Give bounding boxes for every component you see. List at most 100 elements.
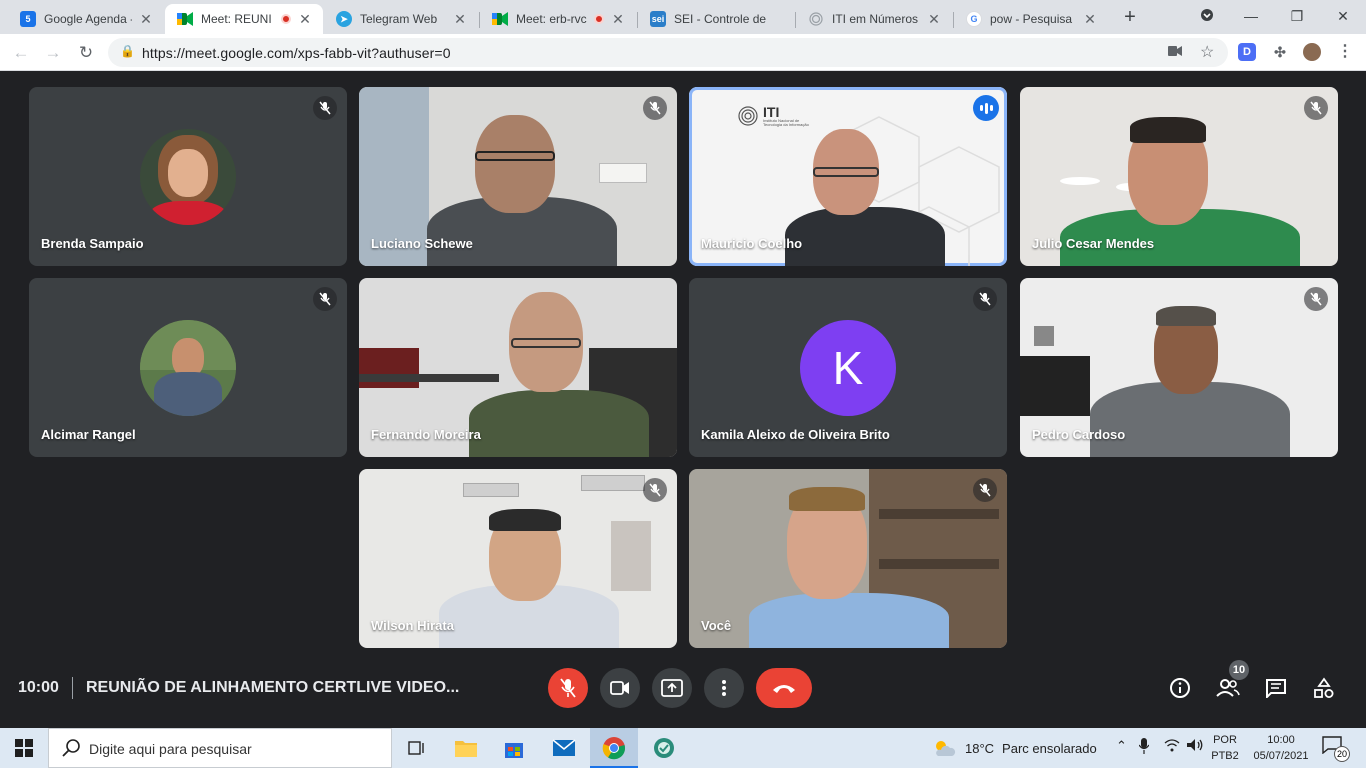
close-tab-icon[interactable]: ✕ — [452, 11, 468, 28]
present-screen-button[interactable] — [652, 668, 692, 708]
back-button[interactable]: ← — [8, 40, 34, 66]
participant-name: Fernando Moreira — [371, 427, 481, 442]
action-center-button[interactable]: 20 — [1322, 736, 1350, 762]
recording-indicator-icon — [281, 14, 291, 24]
browser-menu-icon[interactable]: ⋮ — [1336, 43, 1354, 61]
forward-button[interactable]: → — [40, 40, 66, 66]
participant-video — [689, 469, 1007, 648]
lock-icon[interactable]: 🔒 — [120, 44, 135, 58]
participant-tile-alcimar-rangel[interactable]: Alcimar Rangel — [29, 278, 347, 457]
microsoft-store-button[interactable] — [490, 728, 538, 768]
chat-button[interactable] — [1263, 675, 1289, 701]
close-tab-icon[interactable]: ✕ — [1082, 11, 1098, 28]
participant-tile-mauricio-coelho[interactable]: ITI Instituto Nacional de Tecnologia da … — [689, 87, 1007, 266]
iti-icon — [808, 11, 824, 27]
leave-call-button[interactable] — [756, 668, 812, 708]
close-tab-icon[interactable]: ✕ — [297, 11, 313, 28]
participant-tile-brenda-sampaio[interactable]: Brenda Sampaio — [29, 87, 347, 266]
store-icon — [505, 743, 523, 758]
meeting-details-button[interactable] — [1167, 675, 1193, 701]
reload-button[interactable]: ↻ — [73, 40, 99, 66]
muted-mic-icon — [313, 287, 337, 311]
minimize-button[interactable]: — — [1228, 0, 1274, 34]
show-hidden-icons-button[interactable]: ⌃ — [1116, 738, 1127, 754]
mail-button[interactable] — [540, 728, 588, 768]
system-clock[interactable]: 10:00 05/07/2021 — [1250, 732, 1312, 764]
input-language-indicator[interactable]: POR PTB2 — [1208, 732, 1242, 764]
wifi-icon[interactable] — [1164, 738, 1180, 755]
meeting-controls-bar: 10:00 REUNIÃO DE ALINHAMENTO CERTLIVE VI… — [0, 657, 1366, 728]
participant-tile-kamila-aleixo[interactable]: K Kamila Aleixo de Oliveira Brito — [689, 278, 1007, 457]
new-tab-button[interactable]: + — [1118, 6, 1142, 30]
tab-title: SEI - Controle de — [674, 12, 767, 26]
tab-google-search[interactable]: G pow - Pesquisa G ✕ — [954, 4, 1108, 34]
microphone-toggle-button[interactable] — [548, 668, 588, 708]
tab-google-agenda[interactable]: 5 Google Agenda - ✕ — [8, 4, 164, 34]
camera-toggle-button[interactable] — [600, 668, 640, 708]
weather-description: Parc ensolarado — [1002, 740, 1097, 756]
tab-meet-erb[interactable]: Meet: erb-rvc ✕ — [480, 4, 636, 34]
close-window-button[interactable]: ✕ — [1320, 0, 1366, 34]
tab-meet-reuniao[interactable]: Meet: REUNI ✕ — [165, 4, 323, 34]
camera-in-use-icon[interactable] — [1168, 43, 1182, 59]
participant-tile-julio-cesar-mendes[interactable]: Julio Cesar Mendes — [1020, 87, 1338, 266]
task-view-button[interactable] — [392, 728, 440, 768]
tab-search-button[interactable] — [1196, 8, 1218, 26]
tab-title: pow - Pesquisa G — [990, 12, 1076, 26]
speaking-indicator-icon — [973, 95, 999, 121]
iti-logo-text: ITI — [763, 104, 780, 120]
partly-sunny-icon — [936, 741, 956, 756]
tab-sei[interactable]: sei SEI - Controle de — [638, 4, 794, 34]
keyboard-layout: PTB2 — [1211, 750, 1239, 762]
iti-logo: ITI Instituto Nacional de Tecnologia da … — [737, 105, 811, 127]
muted-mic-icon — [973, 478, 997, 502]
participant-avatar-photo — [140, 320, 236, 416]
participant-tile-luciano-schewe[interactable]: Luciano Schewe — [359, 87, 677, 266]
meet-participant-grid: Brenda Sampaio Luciano Schewe ITI Instit… — [0, 71, 1366, 728]
task-view-icon — [408, 741, 424, 755]
weather-widget[interactable]: 18°C Parc ensolarado — [932, 728, 1097, 768]
participant-name: Você — [701, 618, 732, 633]
extension-d-icon[interactable]: D — [1238, 43, 1256, 61]
url-text[interactable]: https://meet.google.com/xps-fabb-vit?aut… — [142, 45, 451, 61]
notification-count: 20 — [1334, 746, 1350, 762]
muted-mic-icon — [1304, 287, 1328, 311]
meeting-title[interactable]: REUNIÃO DE ALINHAMENTO CERTLIVE VIDEO... — [86, 679, 459, 697]
participant-tile-pedro-cardoso[interactable]: Pedro Cardoso — [1020, 278, 1338, 457]
browser-tab-strip: 5 Google Agenda - ✕ Meet: REUNI ✕ ➤ Tele… — [0, 0, 1366, 34]
participant-tile-wilson-hirata[interactable]: Wilson Hirata — [359, 469, 677, 648]
profile-avatar[interactable] — [1303, 43, 1321, 61]
close-tab-icon[interactable]: ✕ — [926, 11, 942, 28]
volume-icon[interactable] — [1186, 738, 1204, 755]
chat-icon — [1266, 679, 1286, 698]
recording-indicator-icon — [594, 14, 604, 24]
activities-button[interactable] — [1311, 675, 1337, 701]
participant-name: Wilson Hirata — [371, 618, 454, 633]
windows-taskbar: Digite aqui para pesquisar 18°C Parc ens… — [0, 728, 1366, 768]
windows-logo-icon — [15, 739, 33, 757]
file-explorer-button[interactable] — [442, 728, 490, 768]
taskbar-search-box[interactable]: Digite aqui para pesquisar — [48, 728, 392, 768]
pinned-app-button[interactable] — [640, 728, 688, 768]
tab-telegram-web[interactable]: ➤ Telegram Web ✕ — [324, 4, 478, 34]
chrome-taskbar-button[interactable] — [590, 728, 638, 768]
extensions-puzzle-icon[interactable]: ✣ — [1271, 43, 1289, 61]
more-options-button[interactable] — [704, 668, 744, 708]
address-bar[interactable]: 🔒 https://meet.google.com/xps-fabb-vit?a… — [108, 38, 1228, 67]
telegram-icon: ➤ — [336, 11, 352, 27]
start-button[interactable] — [0, 728, 48, 768]
microphone-tray-icon[interactable] — [1138, 738, 1150, 757]
tab-title: Meet: erb-rvc — [516, 12, 587, 26]
participant-tile-voce[interactable]: Você — [689, 469, 1007, 648]
language-code: POR — [1213, 734, 1237, 746]
close-tab-icon[interactable]: ✕ — [138, 11, 154, 28]
maximize-button[interactable]: ❐ — [1274, 0, 1320, 34]
chrome-icon — [602, 737, 626, 760]
show-everyone-button[interactable] — [1215, 675, 1241, 701]
close-tab-icon[interactable]: ✕ — [610, 11, 626, 28]
tab-iti-em-numeros[interactable]: ITI em Números ✕ — [796, 4, 952, 34]
participant-tile-fernando-moreira[interactable]: Fernando Moreira — [359, 278, 677, 457]
bookmark-star-icon[interactable]: ☆ — [1200, 42, 1214, 62]
browser-toolbar: ← → ↻ 🔒 https://meet.google.com/xps-fabb… — [0, 34, 1366, 71]
participant-name: Pedro Cardoso — [1032, 427, 1126, 442]
